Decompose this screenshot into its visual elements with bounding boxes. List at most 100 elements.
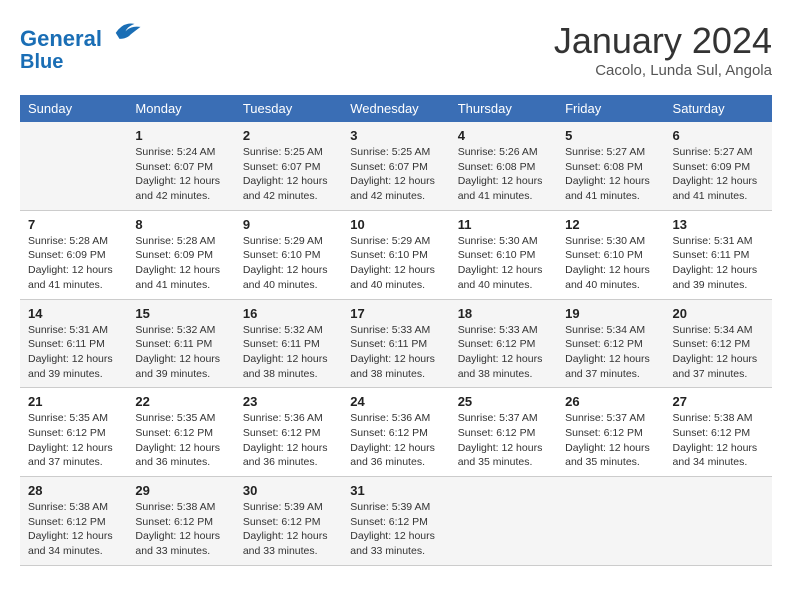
day-number: 30	[243, 483, 334, 498]
logo-general: General	[20, 26, 102, 51]
calendar-week-row: 21Sunrise: 5:35 AM Sunset: 6:12 PM Dayli…	[20, 388, 772, 477]
calendar-cell: 28Sunrise: 5:38 AM Sunset: 6:12 PM Dayli…	[20, 477, 127, 566]
location-subtitle: Cacolo, Lunda Sul, Angola	[554, 62, 772, 79]
day-number: 29	[135, 483, 226, 498]
day-number: 7	[28, 217, 119, 232]
calendar-cell: 14 Sunrise: 5:31 AM Sunset: 6:11 PM Dayli…	[20, 299, 127, 388]
calendar-cell	[20, 122, 127, 210]
day-number: 16	[243, 306, 334, 321]
day-info: Sunrise: 5:34 AM Sunset: 6:12 PM Dayligh…	[673, 323, 764, 382]
day-info: Sunrise: 5:39 AM Sunset: 6:12 PM Dayligh…	[350, 500, 441, 559]
calendar-cell: 8 Sunrise: 5:28 AM Sunset: 6:09 PM Daylig…	[127, 210, 234, 299]
calendar-cell: 7 Sunrise: 5:28 AM Sunset: 6:09 PM Daylig…	[20, 210, 127, 299]
day-number: 8	[135, 217, 226, 232]
calendar-cell: 30 Sunrise: 5:39 AM Sunset: 6:12 PM Dayli…	[235, 477, 342, 566]
day-number: 11	[458, 217, 549, 232]
day-number: 18	[458, 306, 549, 321]
day-number: 10	[350, 217, 441, 232]
calendar-cell: 6 Sunrise: 5:27 AM Sunset: 6:09 PM Daylig…	[665, 122, 772, 210]
calendar-table: SundayMondayTuesdayWednesdayThursdayFrid…	[20, 95, 772, 566]
page-header: General Blue January 2024 Cacolo, Lunda …	[20, 20, 772, 79]
calendar-cell	[665, 477, 772, 566]
day-number: 17	[350, 306, 441, 321]
weekday-header-friday: Friday	[557, 95, 664, 122]
day-info: Sunrise: 5:29 AM Sunset: 6:10 PM Dayligh…	[243, 234, 334, 293]
day-info: Sunrise: 5:36 AM Sunset: 6:12 PM Dayligh…	[350, 411, 441, 470]
calendar-cell: 13 Sunrise: 5:31 AM Sunset: 6:11 PM Dayli…	[665, 210, 772, 299]
weekday-header-thursday: Thursday	[450, 95, 557, 122]
calendar-week-row: 14 Sunrise: 5:31 AM Sunset: 6:11 PM Dayli…	[20, 299, 772, 388]
day-info: Sunrise: 5:39 AM Sunset: 6:12 PM Dayligh…	[243, 500, 334, 559]
calendar-cell: 27 Sunrise: 5:38 AM Sunset: 6:12 PM Dayli…	[665, 388, 772, 477]
day-info: Sunrise: 5:35 AM Sunset: 6:12 PM Dayligh…	[28, 411, 119, 470]
day-number: 15	[135, 306, 226, 321]
logo-bird-icon	[112, 16, 142, 46]
calendar-week-row: 1 Sunrise: 5:24 AM Sunset: 6:07 PM Daylig…	[20, 122, 772, 210]
calendar-cell: 29 Sunrise: 5:38 AM Sunset: 6:12 PM Dayli…	[127, 477, 234, 566]
day-number: 20	[673, 306, 764, 321]
calendar-cell: 25Sunrise: 5:37 AM Sunset: 6:12 PM Dayli…	[450, 388, 557, 477]
calendar-cell: 15 Sunrise: 5:32 AM Sunset: 6:11 PM Dayli…	[127, 299, 234, 388]
day-info: Sunrise: 5:37 AM Sunset: 6:12 PM Dayligh…	[458, 411, 549, 470]
calendar-cell: 17 Sunrise: 5:33 AM Sunset: 6:11 PM Dayli…	[342, 299, 449, 388]
day-info: Sunrise: 5:33 AM Sunset: 6:11 PM Dayligh…	[350, 323, 441, 382]
calendar-cell: 11 Sunrise: 5:30 AM Sunset: 6:10 PM Dayli…	[450, 210, 557, 299]
calendar-cell: 10Sunrise: 5:29 AM Sunset: 6:10 PM Dayli…	[342, 210, 449, 299]
day-info: Sunrise: 5:34 AM Sunset: 6:12 PM Dayligh…	[565, 323, 656, 382]
day-info: Sunrise: 5:32 AM Sunset: 6:11 PM Dayligh…	[135, 323, 226, 382]
calendar-cell: 22 Sunrise: 5:35 AM Sunset: 6:12 PM Dayli…	[127, 388, 234, 477]
calendar-cell: 5Sunrise: 5:27 AM Sunset: 6:08 PM Daylig…	[557, 122, 664, 210]
day-number: 28	[28, 483, 119, 498]
calendar-cell: 18 Sunrise: 5:33 AM Sunset: 6:12 PM Dayli…	[450, 299, 557, 388]
calendar-cell: 23Sunrise: 5:36 AM Sunset: 6:12 PM Dayli…	[235, 388, 342, 477]
day-number: 3	[350, 128, 441, 143]
day-number: 2	[243, 128, 334, 143]
day-info: Sunrise: 5:24 AM Sunset: 6:07 PM Dayligh…	[135, 145, 226, 204]
calendar-cell: 24Sunrise: 5:36 AM Sunset: 6:12 PM Dayli…	[342, 388, 449, 477]
day-info: Sunrise: 5:38 AM Sunset: 6:12 PM Dayligh…	[135, 500, 226, 559]
day-info: Sunrise: 5:25 AM Sunset: 6:07 PM Dayligh…	[243, 145, 334, 204]
calendar-cell: 26Sunrise: 5:37 AM Sunset: 6:12 PM Dayli…	[557, 388, 664, 477]
day-number: 14	[28, 306, 119, 321]
calendar-cell: 4Sunrise: 5:26 AM Sunset: 6:08 PM Daylig…	[450, 122, 557, 210]
day-number: 1	[135, 128, 226, 143]
calendar-cell: 19Sunrise: 5:34 AM Sunset: 6:12 PM Dayli…	[557, 299, 664, 388]
calendar-cell: 20 Sunrise: 5:34 AM Sunset: 6:12 PM Dayli…	[665, 299, 772, 388]
day-number: 6	[673, 128, 764, 143]
day-info: Sunrise: 5:28 AM Sunset: 6:09 PM Dayligh…	[135, 234, 226, 293]
calendar-cell: 31 Sunrise: 5:39 AM Sunset: 6:12 PM Dayli…	[342, 477, 449, 566]
day-info: Sunrise: 5:28 AM Sunset: 6:09 PM Dayligh…	[28, 234, 119, 293]
day-info: Sunrise: 5:27 AM Sunset: 6:09 PM Dayligh…	[673, 145, 764, 204]
day-number: 13	[673, 217, 764, 232]
calendar-week-row: 7 Sunrise: 5:28 AM Sunset: 6:09 PM Daylig…	[20, 210, 772, 299]
day-info: Sunrise: 5:30 AM Sunset: 6:10 PM Dayligh…	[565, 234, 656, 293]
day-number: 9	[243, 217, 334, 232]
weekday-header-row: SundayMondayTuesdayWednesdayThursdayFrid…	[20, 95, 772, 122]
day-info: Sunrise: 5:25 AM Sunset: 6:07 PM Dayligh…	[350, 145, 441, 204]
day-number: 26	[565, 394, 656, 409]
day-number: 22	[135, 394, 226, 409]
calendar-cell	[557, 477, 664, 566]
weekday-header-sunday: Sunday	[20, 95, 127, 122]
day-info: Sunrise: 5:35 AM Sunset: 6:12 PM Dayligh…	[135, 411, 226, 470]
day-number: 23	[243, 394, 334, 409]
day-info: Sunrise: 5:26 AM Sunset: 6:08 PM Dayligh…	[458, 145, 549, 204]
day-number: 5	[565, 128, 656, 143]
day-info: Sunrise: 5:31 AM Sunset: 6:11 PM Dayligh…	[673, 234, 764, 293]
calendar-cell: 1 Sunrise: 5:24 AM Sunset: 6:07 PM Daylig…	[127, 122, 234, 210]
day-info: Sunrise: 5:38 AM Sunset: 6:12 PM Dayligh…	[673, 411, 764, 470]
calendar-cell: 12Sunrise: 5:30 AM Sunset: 6:10 PM Dayli…	[557, 210, 664, 299]
day-info: Sunrise: 5:32 AM Sunset: 6:11 PM Dayligh…	[243, 323, 334, 382]
calendar-cell: 21Sunrise: 5:35 AM Sunset: 6:12 PM Dayli…	[20, 388, 127, 477]
day-number: 31	[350, 483, 441, 498]
weekday-header-wednesday: Wednesday	[342, 95, 449, 122]
day-info: Sunrise: 5:33 AM Sunset: 6:12 PM Dayligh…	[458, 323, 549, 382]
logo-text: General	[20, 20, 142, 51]
weekday-header-monday: Monday	[127, 95, 234, 122]
day-number: 27	[673, 394, 764, 409]
logo: General Blue	[20, 20, 142, 73]
month-title: January 2024	[554, 20, 772, 62]
day-info: Sunrise: 5:30 AM Sunset: 6:10 PM Dayligh…	[458, 234, 549, 293]
day-info: Sunrise: 5:31 AM Sunset: 6:11 PM Dayligh…	[28, 323, 119, 382]
weekday-header-tuesday: Tuesday	[235, 95, 342, 122]
